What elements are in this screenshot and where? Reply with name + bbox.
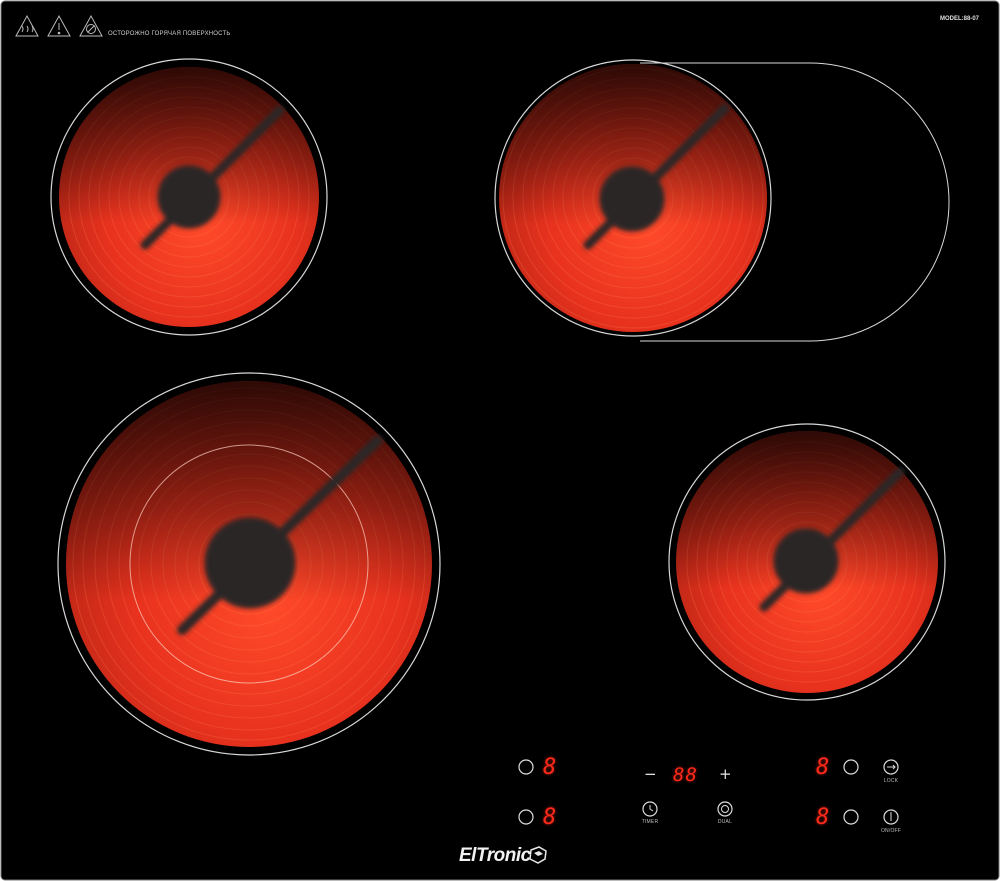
power-display-top-right: 8 [816,755,830,780]
hob-glass [0,0,1000,881]
power-display-bottom-right: 8 [816,805,830,830]
minus-button[interactable]: − [644,767,657,782]
timer-display: 88 [673,764,698,786]
brand-name: ElTronic [459,845,531,866]
power-display-top-left: 8 [543,755,557,780]
model-label: MODEL:88-07 [940,16,980,22]
dual-label: DUAL [717,819,733,825]
power-display-bottom-left: 8 [543,805,557,830]
timer-label: TIMER [641,819,659,825]
warning-text: ОСТОРОЖНО ГОРЯЧАЯ ПОВЕРХНОСТЬ [108,31,231,37]
plus-button[interactable]: + [719,767,732,782]
lock-label: LOCK [883,778,899,784]
onoff-label: ON/OFF [880,828,902,834]
